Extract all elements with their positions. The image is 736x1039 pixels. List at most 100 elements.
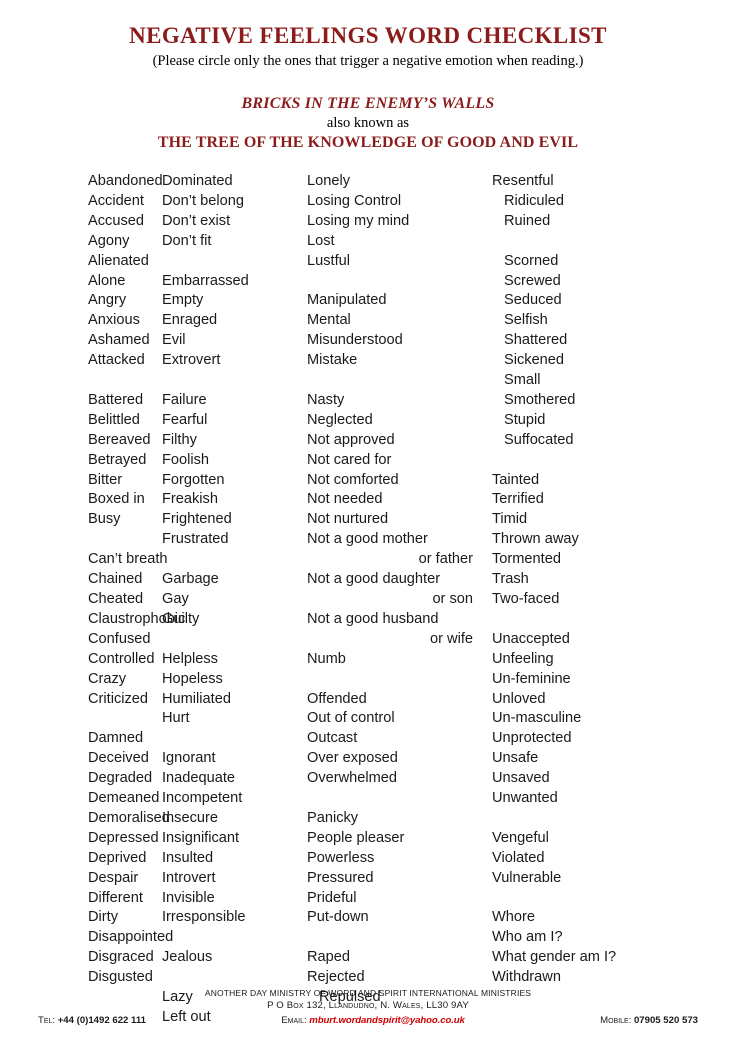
word-item[interactable]: Fearful bbox=[162, 411, 307, 431]
word-item[interactable]: Not a good mother bbox=[307, 530, 487, 550]
word-item[interactable]: Chained bbox=[88, 570, 157, 590]
word-item[interactable]: Un-feminine bbox=[492, 670, 667, 690]
word-item[interactable]: Cheated bbox=[88, 590, 157, 610]
word-item[interactable]: Hopeless bbox=[162, 670, 307, 690]
word-item[interactable]: Embarrassed bbox=[162, 272, 307, 292]
word-item[interactable]: Losing Control bbox=[307, 192, 487, 212]
word-item[interactable]: Panicky bbox=[307, 809, 487, 829]
word-item[interactable]: Agony bbox=[88, 232, 157, 252]
word-item[interactable]: Rejected bbox=[307, 968, 487, 988]
word-item[interactable]: Failure bbox=[162, 391, 307, 411]
word-item[interactable]: Insecure bbox=[162, 809, 307, 829]
word-item[interactable]: Not approved bbox=[307, 431, 487, 451]
word-item[interactable]: Extrovert bbox=[162, 351, 307, 371]
word-item[interactable]: Unsafe bbox=[492, 749, 667, 769]
word-item[interactable]: Trash bbox=[492, 570, 667, 590]
word-item[interactable]: Depressed bbox=[88, 829, 159, 849]
word-item[interactable]: Inadequate bbox=[162, 769, 307, 789]
word-item[interactable]: Freakish bbox=[162, 490, 307, 510]
word-item[interactable]: Tormented bbox=[492, 550, 667, 570]
word-item[interactable]: Despair bbox=[88, 869, 157, 889]
word-item[interactable]: Outcast bbox=[307, 729, 487, 749]
word-item[interactable]: People pleaser bbox=[307, 829, 487, 849]
word-item[interactable]: Alienated bbox=[88, 252, 157, 272]
word-continuation[interactable]: or wife bbox=[307, 630, 487, 650]
word-item[interactable]: Neglected bbox=[307, 411, 487, 431]
word-item[interactable]: Enraged bbox=[162, 311, 307, 331]
word-item[interactable]: Thrown away bbox=[492, 530, 667, 550]
word-item[interactable]: Offended bbox=[307, 690, 487, 710]
word-item[interactable]: Nasty bbox=[307, 391, 487, 411]
word-item[interactable]: Ignorant bbox=[162, 749, 307, 769]
word-item[interactable]: Hurt bbox=[162, 709, 307, 729]
word-item[interactable]: Prideful bbox=[307, 889, 487, 909]
word-item[interactable]: Timid bbox=[492, 510, 667, 530]
word-item[interactable]: Not nurtured bbox=[307, 510, 487, 530]
word-item[interactable]: Vulnerable bbox=[492, 869, 667, 889]
word-item[interactable]: Don’t fit bbox=[162, 232, 307, 252]
word-item[interactable]: Not a good husband bbox=[307, 610, 487, 630]
word-item[interactable]: Stupid bbox=[492, 411, 667, 431]
word-item[interactable]: Insulted bbox=[162, 849, 307, 869]
word-item[interactable]: Accident bbox=[88, 192, 157, 212]
word-item[interactable]: Introvert bbox=[162, 869, 307, 889]
word-item[interactable]: Angry bbox=[88, 291, 157, 311]
word-item[interactable]: Deprived bbox=[88, 849, 157, 869]
word-item[interactable]: Put-down bbox=[307, 908, 487, 928]
word-item[interactable]: Evil bbox=[162, 331, 307, 351]
word-item[interactable]: Can’t breath bbox=[88, 550, 168, 570]
word-item[interactable]: Over exposed bbox=[307, 749, 487, 769]
word-item[interactable]: Don’t belong bbox=[162, 192, 307, 212]
word-item[interactable]: Demoralised bbox=[88, 809, 170, 829]
word-item[interactable]: Smothered bbox=[492, 391, 667, 411]
word-item[interactable]: Mental bbox=[307, 311, 487, 331]
word-continuation[interactable]: or father bbox=[307, 550, 487, 570]
word-item[interactable]: Damned bbox=[88, 729, 157, 749]
word-item[interactable]: Boxed in bbox=[88, 490, 157, 510]
word-item[interactable]: Raped bbox=[307, 948, 487, 968]
word-item[interactable]: Criticized bbox=[88, 690, 157, 710]
footer-email-value[interactable]: mburt.wordandspirit@yahoo.co.uk bbox=[309, 1015, 465, 1026]
word-item[interactable]: Terrified bbox=[492, 490, 667, 510]
word-item[interactable]: Ruined bbox=[492, 212, 667, 232]
word-item[interactable]: Scorned bbox=[492, 252, 667, 272]
word-item[interactable]: Tainted bbox=[492, 471, 667, 491]
word-item[interactable]: Abandoned bbox=[88, 172, 163, 192]
word-item[interactable]: Shattered bbox=[492, 331, 667, 351]
word-item[interactable]: Ridiculed bbox=[492, 192, 667, 212]
word-item[interactable]: Small bbox=[492, 371, 667, 391]
word-item[interactable]: Not a good daughter bbox=[307, 570, 487, 590]
word-item[interactable]: Foolish bbox=[162, 451, 307, 471]
word-item[interactable]: Not needed bbox=[307, 490, 487, 510]
word-item[interactable]: Manipulated bbox=[307, 291, 487, 311]
word-item[interactable]: Claustrophobic bbox=[88, 610, 185, 630]
word-item[interactable]: Different bbox=[88, 889, 157, 909]
word-item[interactable]: Losing my mind bbox=[307, 212, 487, 232]
word-item[interactable]: Vengeful bbox=[492, 829, 667, 849]
word-item[interactable]: Helpless bbox=[162, 650, 307, 670]
word-item[interactable]: Don’t exist bbox=[162, 212, 307, 232]
word-item[interactable]: Jealous bbox=[162, 948, 307, 968]
word-item[interactable]: Humiliated bbox=[162, 690, 307, 710]
word-item[interactable]: Gay bbox=[162, 590, 307, 610]
word-item[interactable]: Forgotten bbox=[162, 471, 307, 491]
word-item[interactable]: Unwanted bbox=[492, 789, 667, 809]
word-item[interactable]: Resentful bbox=[492, 172, 667, 192]
word-item[interactable]: Bitter bbox=[88, 471, 157, 491]
word-item[interactable]: Ashamed bbox=[88, 331, 157, 351]
word-item[interactable]: Filthy bbox=[162, 431, 307, 451]
word-item[interactable]: Accused bbox=[88, 212, 157, 232]
word-item[interactable]: Powerless bbox=[307, 849, 487, 869]
word-item[interactable]: Seduced bbox=[492, 291, 667, 311]
word-item[interactable]: Controlled bbox=[88, 650, 157, 670]
word-item[interactable]: Betrayed bbox=[88, 451, 157, 471]
word-item[interactable]: What gender am I? bbox=[492, 948, 667, 968]
word-item[interactable]: Demeaned bbox=[88, 789, 159, 809]
word-item[interactable]: Whore bbox=[492, 908, 667, 928]
word-item[interactable]: Frustrated bbox=[162, 530, 307, 550]
word-item[interactable]: Not cared for bbox=[307, 451, 487, 471]
word-item[interactable]: Insignificant bbox=[162, 829, 307, 849]
word-item[interactable]: Withdrawn bbox=[492, 968, 667, 988]
word-item[interactable]: Screwed bbox=[492, 272, 667, 292]
word-item[interactable]: Two-faced bbox=[492, 590, 667, 610]
